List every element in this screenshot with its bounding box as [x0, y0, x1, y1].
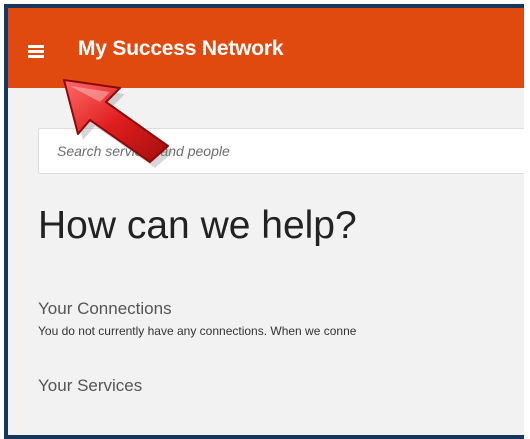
connections-title: Your Connections: [38, 299, 172, 318]
services-title: Your Services: [38, 376, 143, 395]
menu-line: [28, 55, 44, 58]
top-bar: My Success Network: [8, 8, 524, 88]
app-title: My Success Network: [78, 37, 284, 60]
menu-line: [28, 45, 44, 48]
menu-line: [28, 50, 44, 53]
page-heading: How can we help?: [38, 204, 357, 247]
search-input[interactable]: [38, 128, 524, 174]
app-frame: My Success Network How can we help? Your…: [4, 4, 524, 439]
connections-empty-text: You do not currently have any connection…: [38, 324, 357, 338]
hamburger-menu-icon[interactable]: [24, 40, 50, 62]
